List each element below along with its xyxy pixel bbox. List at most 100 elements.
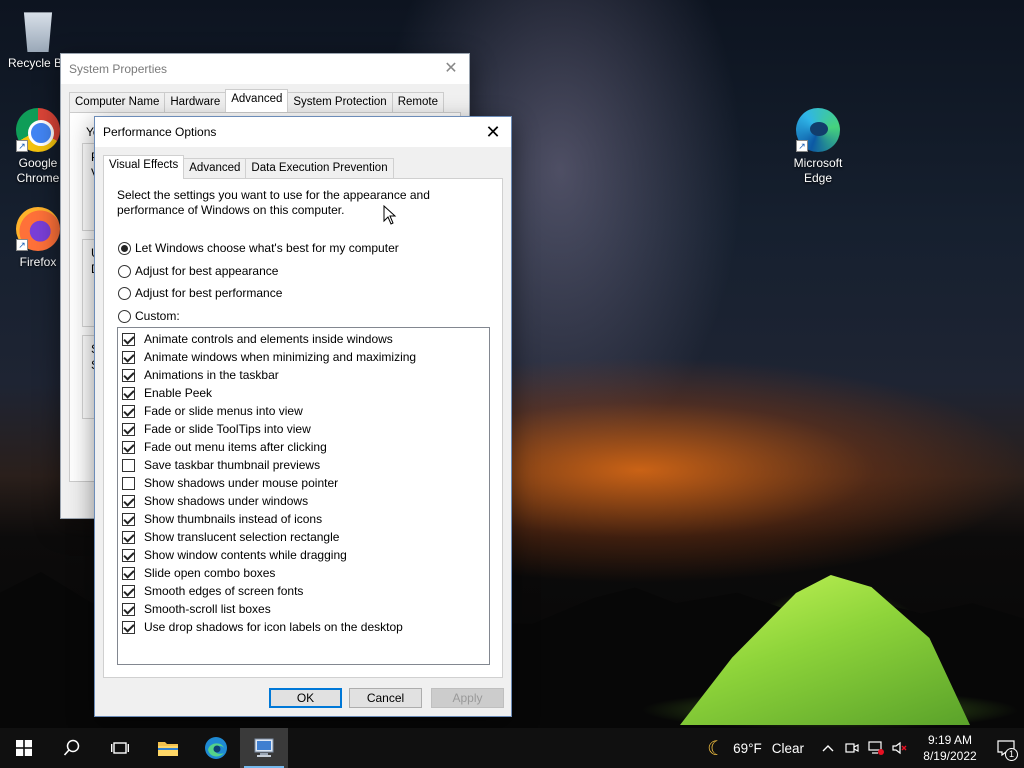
radio-button[interactable] bbox=[118, 241, 131, 255]
start-button[interactable] bbox=[0, 728, 48, 768]
radio-label: Let Windows choose what's best for my co… bbox=[135, 241, 399, 255]
tab-advanced[interactable]: Advanced bbox=[183, 158, 247, 178]
window-title: System Properties bbox=[69, 62, 168, 76]
effect-item[interactable]: Animate windows when minimizing and maxi… bbox=[118, 348, 489, 366]
effect-checkbox[interactable] bbox=[122, 602, 135, 616]
effect-item[interactable]: Animations in the taskbar bbox=[118, 366, 489, 384]
effect-item[interactable]: Enable Peek bbox=[118, 384, 489, 402]
performance-options-titlebar[interactable]: Performance Options bbox=[95, 117, 511, 147]
effect-checkbox[interactable] bbox=[122, 530, 135, 544]
effect-item[interactable]: Smooth-scroll list boxes bbox=[118, 600, 489, 618]
task-view-icon bbox=[111, 742, 129, 754]
effect-checkbox[interactable] bbox=[122, 404, 135, 418]
effect-item[interactable]: Fade or slide menus into view bbox=[118, 402, 489, 420]
effect-item[interactable]: Animate controls and elements inside win… bbox=[118, 330, 489, 348]
network-disconnected-icon[interactable] bbox=[864, 728, 888, 768]
effect-item[interactable]: Smooth edges of screen fonts bbox=[118, 582, 489, 600]
close-icon[interactable]: ✕ bbox=[439, 58, 463, 80]
performance-options-window[interactable]: Performance Options ✕ Visual Effects Adv… bbox=[94, 116, 512, 717]
desktop-icon-label: Microsoft Edge bbox=[793, 156, 843, 185]
effect-label: Slide open combo boxes bbox=[144, 566, 276, 580]
effect-item[interactable]: Fade or slide ToolTips into view bbox=[118, 420, 489, 438]
performance-options-tabs: Visual Effects Advanced Data Execution P… bbox=[103, 155, 394, 179]
system-properties-titlebar[interactable]: System Properties bbox=[61, 54, 469, 84]
desktop-icon-microsoft-edge[interactable]: ↗ Microsoft Edge bbox=[780, 108, 856, 186]
chrome-icon: ↗ bbox=[16, 108, 60, 152]
description-text: Select the settings you want to use for … bbox=[117, 188, 430, 217]
effect-checkbox[interactable] bbox=[122, 620, 135, 634]
radio-let-windows-choose[interactable]: Let Windows choose what's best for my co… bbox=[118, 241, 399, 255]
taskbar-edge[interactable] bbox=[192, 728, 240, 768]
taskbar-file-explorer[interactable] bbox=[144, 728, 192, 768]
effect-label: Smooth edges of screen fonts bbox=[144, 584, 304, 598]
effect-item[interactable]: Save taskbar thumbnail previews bbox=[118, 456, 489, 474]
effect-label: Use drop shadows for icon labels on the … bbox=[144, 620, 403, 634]
effect-label: Show thumbnails instead of icons bbox=[144, 512, 323, 526]
visual-effects-list[interactable]: Animate controls and elements inside win… bbox=[117, 327, 490, 665]
tab-visual-effects[interactable]: Visual Effects bbox=[103, 155, 185, 179]
apply-button[interactable]: Apply bbox=[431, 688, 504, 708]
weather-widget[interactable]: ☾ 69°F Clear bbox=[707, 736, 804, 761]
effect-checkbox[interactable] bbox=[122, 548, 135, 562]
clock-date: 8/19/2022 bbox=[923, 749, 977, 763]
recycle-bin-icon bbox=[23, 12, 53, 52]
task-view-button[interactable] bbox=[96, 728, 144, 768]
radio-label: Adjust for best performance bbox=[135, 286, 283, 300]
radio-best-performance[interactable]: Adjust for best performance bbox=[118, 286, 282, 300]
effect-item[interactable]: Show shadows under mouse pointer bbox=[118, 474, 489, 492]
cancel-button[interactable]: Cancel bbox=[349, 688, 422, 708]
effect-checkbox[interactable] bbox=[122, 584, 135, 598]
edge-icon: ↗ bbox=[796, 108, 840, 152]
effect-item[interactable]: Show window contents while dragging bbox=[118, 546, 489, 564]
effect-label: Save taskbar thumbnail previews bbox=[144, 458, 321, 472]
effect-label: Animate windows when minimizing and maxi… bbox=[144, 350, 417, 364]
desktop-icon-label: Recycle Bin bbox=[8, 56, 68, 70]
tab-computer-name[interactable]: Computer Name bbox=[69, 92, 166, 112]
volume-muted-icon[interactable] bbox=[888, 728, 912, 768]
effect-label: Smooth-scroll list boxes bbox=[144, 602, 271, 616]
taskbar-clock[interactable]: 9:19 AM 8/19/2022 bbox=[912, 732, 988, 764]
effect-checkbox[interactable] bbox=[122, 476, 135, 490]
effect-checkbox[interactable] bbox=[122, 458, 135, 472]
close-icon[interactable]: ✕ bbox=[481, 121, 505, 143]
notification-center-button[interactable]: 1 bbox=[988, 728, 1024, 768]
effect-checkbox[interactable] bbox=[122, 422, 135, 436]
tab-system-protection[interactable]: System Protection bbox=[287, 92, 393, 112]
taskbar-system-properties[interactable] bbox=[240, 728, 288, 768]
effect-checkbox[interactable] bbox=[122, 332, 135, 346]
effect-item[interactable]: Slide open combo boxes bbox=[118, 564, 489, 582]
effect-checkbox[interactable] bbox=[122, 368, 135, 382]
search-icon bbox=[63, 739, 80, 756]
notification-count-badge: 1 bbox=[1005, 748, 1018, 761]
effect-label: Fade out menu items after clicking bbox=[144, 440, 327, 454]
ok-button[interactable]: OK bbox=[269, 688, 342, 708]
radio-button[interactable] bbox=[118, 309, 131, 323]
tab-hardware[interactable]: Hardware bbox=[164, 92, 227, 112]
effect-checkbox[interactable] bbox=[122, 440, 135, 454]
weather-temperature: 69°F bbox=[733, 740, 762, 756]
effect-checkbox[interactable] bbox=[122, 350, 135, 364]
tab-remote[interactable]: Remote bbox=[391, 92, 444, 112]
tab-advanced[interactable]: Advanced bbox=[225, 89, 289, 112]
folder-icon bbox=[158, 742, 178, 756]
effect-item[interactable]: Show thumbnails instead of icons bbox=[118, 510, 489, 528]
effect-item[interactable]: Show shadows under windows bbox=[118, 492, 489, 510]
effect-checkbox[interactable] bbox=[122, 386, 135, 400]
chevron-up-icon[interactable] bbox=[816, 728, 840, 768]
tab-data-execution-prevention[interactable]: Data Execution Prevention bbox=[245, 158, 394, 178]
effect-item[interactable]: Use drop shadows for icon labels on the … bbox=[118, 618, 489, 636]
search-button[interactable] bbox=[48, 728, 96, 768]
radio-custom[interactable]: Custom: bbox=[118, 309, 180, 323]
radio-button[interactable] bbox=[118, 264, 131, 278]
radio-button[interactable] bbox=[118, 286, 131, 300]
effect-item[interactable]: Show translucent selection rectangle bbox=[118, 528, 489, 546]
effect-label: Fade or slide ToolTips into view bbox=[144, 422, 311, 436]
effect-checkbox[interactable] bbox=[122, 512, 135, 526]
effect-label: Show window contents while dragging bbox=[144, 548, 347, 562]
effect-label: Show shadows under mouse pointer bbox=[144, 476, 339, 490]
effect-checkbox[interactable] bbox=[122, 494, 135, 508]
effect-item[interactable]: Fade out menu items after clicking bbox=[118, 438, 489, 456]
meet-now-icon[interactable] bbox=[840, 728, 864, 768]
radio-best-appearance[interactable]: Adjust for best appearance bbox=[118, 264, 278, 278]
effect-checkbox[interactable] bbox=[122, 566, 135, 580]
